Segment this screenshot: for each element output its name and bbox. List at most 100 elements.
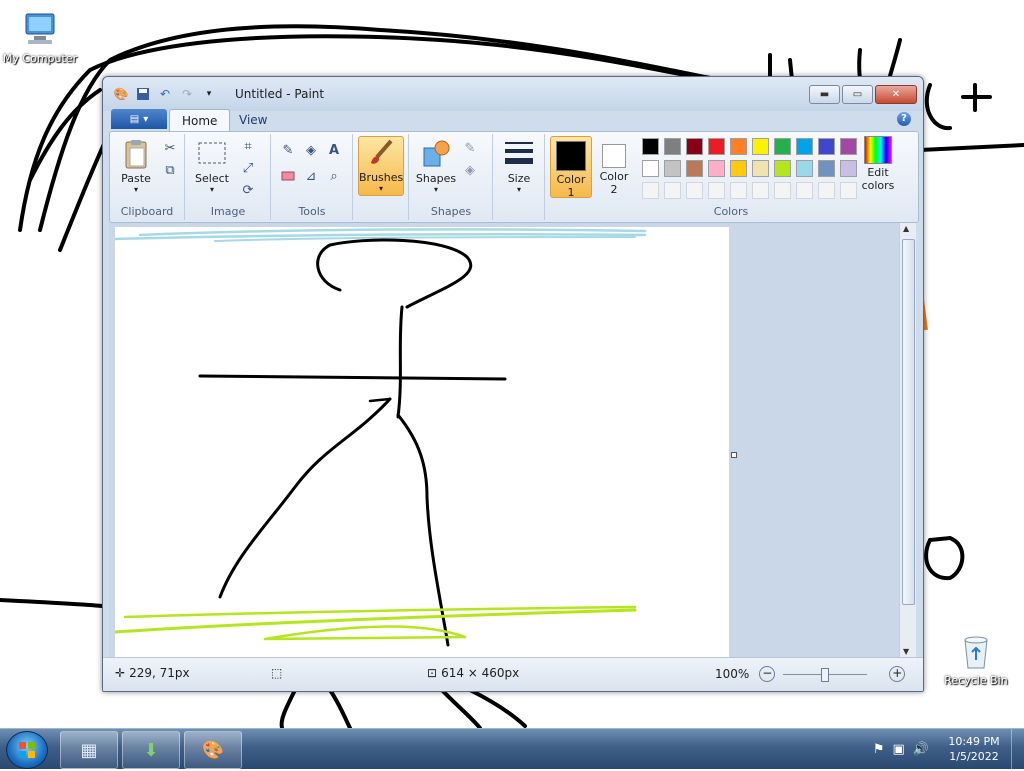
palette-swatch[interactable]: [708, 182, 725, 199]
palette-swatch[interactable]: [774, 138, 791, 155]
scroll-down-icon[interactable]: ▼: [903, 647, 909, 656]
taskbar-item-control-panel[interactable]: ▦: [60, 731, 118, 769]
paste-button[interactable]: Paste ▾: [114, 138, 158, 194]
palette-swatch[interactable]: [752, 182, 769, 199]
magnifier-icon[interactable]: ⌕: [324, 166, 344, 186]
clipboard-group: Paste ▾ ✂ ⧉ Clipboard: [110, 134, 185, 220]
clipboard-icon: [120, 138, 152, 170]
desktop-icon-label: My Computer: [2, 52, 78, 65]
palette-swatch[interactable]: [642, 182, 659, 199]
group-label-colors: Colors: [713, 205, 749, 218]
system-tray: ⚑ ▣ 🔊 10:49 PM 1/5/2022: [873, 729, 1024, 769]
clock[interactable]: 10:49 PM 1/5/2022: [937, 734, 1011, 764]
text-icon[interactable]: A: [324, 140, 344, 160]
drawing-canvas[interactable]: [115, 227, 729, 657]
palette-swatch[interactable]: [686, 138, 703, 155]
palette-swatch[interactable]: [708, 160, 725, 177]
zoom-slider[interactable]: [783, 667, 868, 682]
color-wheel-icon: [864, 136, 892, 164]
select-button[interactable]: Select ▾: [190, 138, 234, 194]
fill-icon[interactable]: ◈: [301, 140, 321, 160]
copy-icon[interactable]: ⧉: [160, 160, 180, 180]
palette-swatch[interactable]: [730, 160, 747, 177]
shapes-button[interactable]: Shapes ▾: [414, 138, 458, 194]
paint-icon: 🎨: [201, 739, 225, 761]
title-bar[interactable]: 🎨 ↶ ↷ ▾ Untitled - Paint ▬ ▭ ✕: [103, 77, 923, 111]
tab-home[interactable]: Home: [169, 109, 231, 132]
canvas-size: ⊡ 614 × 460px: [427, 666, 519, 680]
tab-view[interactable]: View: [227, 109, 279, 131]
taskbar-item-installer[interactable]: ⬇: [122, 731, 180, 769]
volume-icon[interactable]: 🔊: [913, 742, 929, 757]
fill-shape-icon[interactable]: ◈: [460, 160, 480, 180]
size-label: Size: [507, 172, 531, 185]
maximize-button[interactable]: ▭: [842, 85, 873, 104]
chevron-down-icon: ▾: [378, 184, 383, 193]
crop-icon[interactable]: ⌗: [238, 136, 258, 156]
edit-colors-button[interactable]: Edit colors: [854, 136, 902, 192]
color1-button[interactable]: Color 1: [550, 136, 592, 199]
palette-swatch[interactable]: [752, 138, 769, 155]
help-icon[interactable]: ?: [897, 112, 911, 126]
palette-swatch[interactable]: [664, 138, 681, 155]
palette-swatch[interactable]: [818, 138, 835, 155]
group-label-image: Image: [210, 205, 246, 218]
start-button[interactable]: [6, 731, 48, 769]
palette-swatch[interactable]: [796, 138, 813, 155]
palette-swatch[interactable]: [642, 138, 659, 155]
brush-icon: [365, 137, 397, 169]
palette-swatch[interactable]: [774, 182, 791, 199]
brushes-button[interactable]: Brushes ▾: [358, 136, 404, 196]
color1-label: Color: [556, 173, 586, 186]
cursor-position-value: 229, 71px: [129, 666, 190, 680]
canvas-resize-handle[interactable]: [731, 452, 737, 458]
palette-swatch[interactable]: [686, 160, 703, 177]
selection-size: ⬚: [271, 666, 282, 680]
zoom-slider-thumb[interactable]: [821, 668, 830, 682]
brushes-label: Brushes: [359, 171, 404, 184]
desktop-icon-recycle-bin[interactable]: Recycle Bin: [936, 632, 1016, 687]
window-controls: ▬ ▭ ✕: [809, 85, 917, 104]
network-icon[interactable]: ▣: [893, 742, 905, 757]
palette-swatch[interactable]: [730, 138, 747, 155]
palette-swatch[interactable]: [818, 182, 835, 199]
palette-swatch[interactable]: [686, 182, 703, 199]
rotate-icon[interactable]: ⟳: [238, 180, 258, 200]
show-desktop-button[interactable]: [1011, 729, 1024, 769]
close-button[interactable]: ✕: [875, 85, 917, 104]
chevron-down-icon: ▾: [433, 185, 438, 194]
scrollbar-thumb[interactable]: [902, 239, 915, 605]
palette-swatch[interactable]: [796, 160, 813, 177]
palette-swatch[interactable]: [796, 182, 813, 199]
scroll-up-icon[interactable]: ▲: [903, 224, 909, 233]
palette-swatch[interactable]: [818, 160, 835, 177]
pencil-icon[interactable]: ✎: [278, 140, 298, 160]
resize-icon[interactable]: ⤢: [238, 158, 258, 178]
cut-icon[interactable]: ✂: [160, 138, 180, 158]
palette-swatch[interactable]: [664, 160, 681, 177]
paint-menu-button[interactable]: ▤ ▾: [111, 109, 167, 129]
outline-icon[interactable]: ✎: [460, 138, 480, 158]
size-button[interactable]: Size ▾: [497, 138, 541, 194]
menu-icon: ▤: [129, 113, 140, 125]
palette-swatch[interactable]: [708, 138, 725, 155]
palette-swatch[interactable]: [730, 182, 747, 199]
zoom-controls: 100% − +: [715, 666, 906, 682]
selection-size-icon: ⬚: [271, 666, 283, 680]
palette-swatch[interactable]: [752, 160, 769, 177]
paint-window: 🎨 ↶ ↷ ▾ Untitled - Paint ▬ ▭ ✕ ▤ ▾ Home V…: [102, 76, 924, 692]
palette-swatch[interactable]: [664, 182, 681, 199]
palette-swatch[interactable]: [642, 160, 659, 177]
palette-swatch[interactable]: [774, 160, 791, 177]
zoom-in-icon[interactable]: +: [889, 666, 906, 682]
vertical-scrollbar[interactable]: ▲ ▼: [899, 223, 916, 657]
line-size-icon: [503, 138, 535, 170]
color2-button[interactable]: Color 2: [594, 136, 634, 196]
color-picker-icon[interactable]: ⊿: [301, 166, 321, 186]
taskbar-item-paint[interactable]: 🎨: [184, 731, 242, 769]
action-center-icon[interactable]: ⚑: [873, 742, 885, 757]
eraser-icon[interactable]: [278, 166, 298, 186]
zoom-out-icon[interactable]: −: [759, 666, 776, 682]
minimize-button[interactable]: ▬: [809, 85, 840, 104]
desktop-icon-my-computer[interactable]: My Computer: [0, 10, 80, 65]
